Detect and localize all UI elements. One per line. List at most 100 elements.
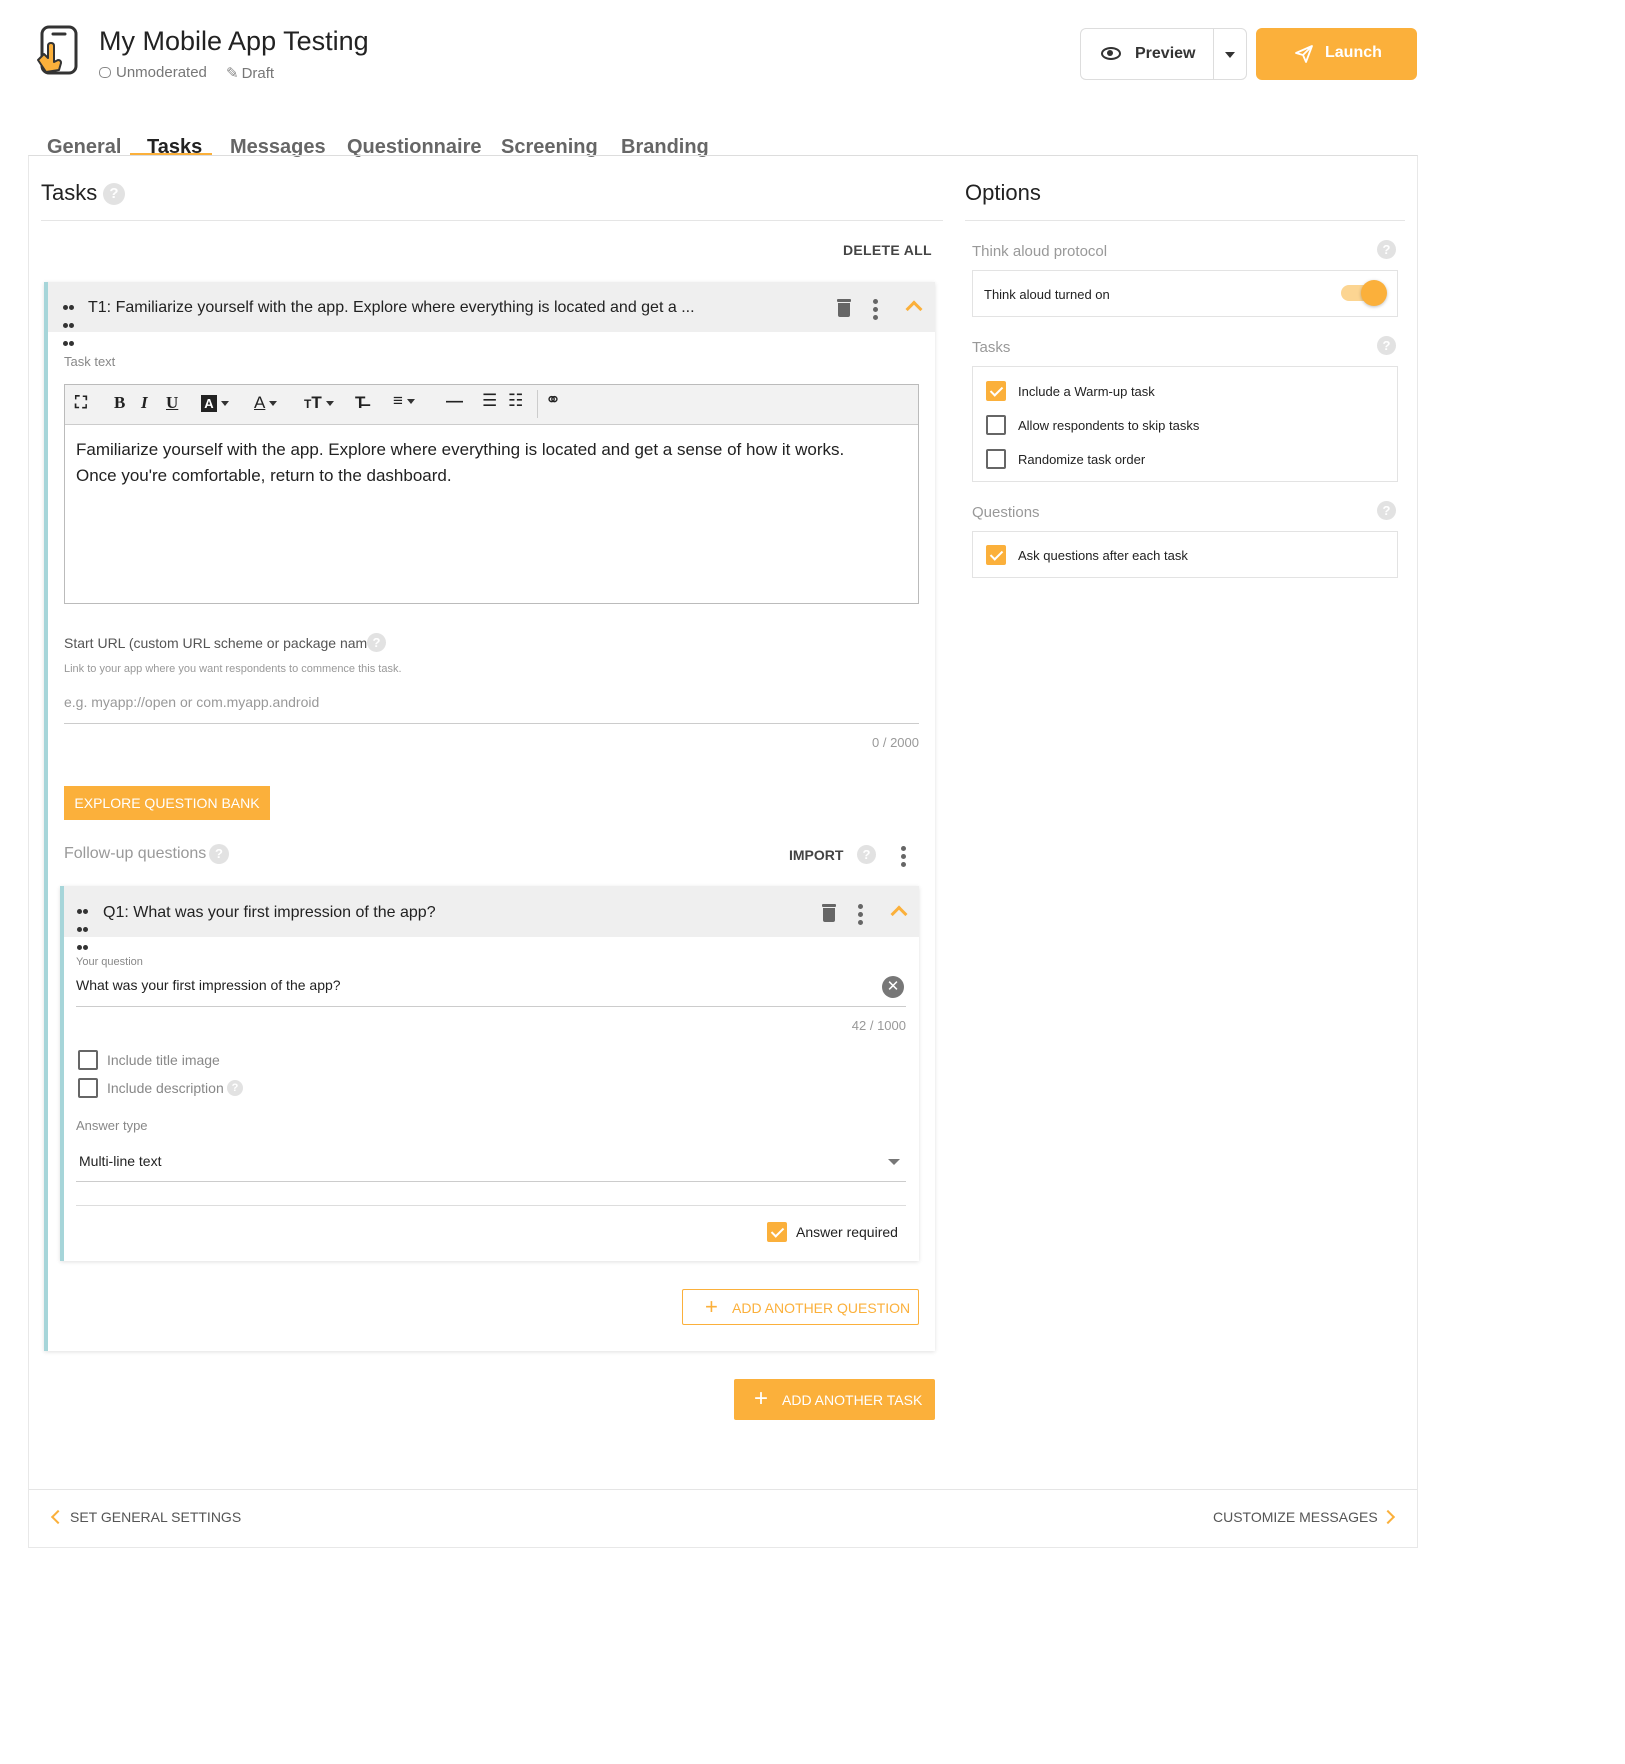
editor-content[interactable]: Familiarize yourself with the app. Explo…	[76, 437, 906, 489]
clear-format-icon[interactable]: T̶	[355, 393, 365, 413]
mode-badge: Unmoderated	[99, 64, 207, 81]
drag-handle-icon[interactable]	[63, 299, 77, 353]
include-description-checkbox[interactable]	[78, 1078, 98, 1098]
app-logo	[34, 24, 80, 76]
help-icon[interactable]: ?	[103, 183, 125, 205]
answer-type-label: Answer type	[76, 1118, 148, 1133]
help-icon[interactable]: ?	[857, 845, 876, 864]
chevron-down-icon	[888, 1159, 900, 1165]
send-icon	[1294, 44, 1314, 69]
launch-button[interactable]: Launch	[1256, 28, 1417, 80]
start-url-input[interactable]: e.g. myapp://open or com.myapp.android	[64, 694, 919, 724]
page-title: My Mobile App Testing	[99, 26, 369, 56]
task-text-label: Task text	[64, 354, 116, 369]
editor-line: Familiarize yourself with the app. Explo…	[76, 440, 845, 459]
include-title-image-checkbox[interactable]	[78, 1050, 98, 1070]
more-vert-icon[interactable]	[858, 904, 864, 928]
ask-after-label[interactable]: Ask questions after each task	[1018, 548, 1188, 563]
preview-dropdown-button[interactable]	[1213, 28, 1247, 80]
add-another-task-button[interactable]: + ADD ANOTHER TASK	[734, 1379, 935, 1420]
question-input[interactable]: What was your first impression of the ap…	[76, 977, 906, 1007]
options-tasks-label: Tasks	[972, 339, 1011, 356]
question-title[interactable]: Q1: What was your first impression of th…	[103, 904, 436, 922]
toolbar-divider	[537, 390, 538, 418]
your-question-label: Your question	[76, 956, 143, 968]
start-url-label: Start URL (custom URL scheme or package …	[64, 635, 380, 651]
plus-icon: +	[705, 1294, 718, 1319]
add-another-question-button[interactable]: + ADD ANOTHER QUESTION	[682, 1289, 919, 1325]
chevron-down-icon	[1225, 52, 1235, 58]
delete-all-button[interactable]: DELETE ALL	[843, 242, 932, 258]
think-aloud-toggle[interactable]	[1341, 280, 1387, 306]
include-title-image-label[interactable]: Include title image	[107, 1052, 220, 1068]
footer-divider	[29, 1489, 1417, 1490]
answer-type-value: Multi-line text	[79, 1153, 162, 1169]
more-vert-icon[interactable]	[873, 299, 879, 323]
answer-type-select[interactable]: Multi-line text	[76, 1146, 906, 1182]
link-icon[interactable]: ⚭	[545, 389, 561, 412]
clear-icon[interactable]: ✕	[882, 976, 904, 998]
help-icon[interactable]: ?	[1377, 240, 1396, 259]
warmup-checkbox[interactable]	[986, 381, 1006, 401]
prev-step-label: SET GENERAL SETTINGS	[70, 1509, 242, 1525]
start-url-counter: 0 / 2000	[872, 735, 919, 750]
task-title[interactable]: T1: Familiarize yourself with the app. E…	[88, 299, 695, 317]
question-counter: 42 / 1000	[851, 1018, 906, 1033]
plus-icon: +	[754, 1385, 769, 1412]
answer-required-checkbox[interactable]	[767, 1222, 787, 1242]
font-size-icon[interactable]: TT	[304, 393, 334, 413]
more-vert-icon[interactable]	[901, 846, 907, 870]
pencil-icon: ✎	[226, 65, 239, 82]
status-badge: ✎ Draft	[226, 64, 274, 82]
preview-button[interactable]: Preview	[1080, 28, 1214, 80]
ask-after-checkbox[interactable]	[986, 545, 1006, 565]
italic-icon[interactable]: I	[141, 393, 148, 413]
text-color-icon[interactable]: A	[254, 393, 278, 413]
next-step-button[interactable]: CUSTOMIZE MESSAGES	[1213, 1508, 1399, 1530]
underline-icon[interactable]: U	[166, 393, 178, 413]
skip-tasks-label[interactable]: Allow respondents to skip tasks	[1018, 418, 1199, 433]
help-icon[interactable]: ?	[227, 1080, 243, 1096]
explore-question-bank-button[interactable]: EXPLORE QUESTION BANK	[64, 786, 270, 820]
randomize-checkbox[interactable]	[986, 449, 1006, 469]
divider	[76, 1205, 906, 1206]
think-aloud-label: Think aloud protocol	[972, 243, 1108, 260]
highlight-color-icon[interactable]: A	[201, 393, 229, 413]
include-description-label[interactable]: Include description	[107, 1080, 224, 1096]
launch-label: Launch	[1325, 44, 1382, 61]
bullet-list-icon[interactable]: ☰	[482, 391, 497, 411]
numbered-list-icon[interactable]: ☷	[508, 391, 523, 411]
skip-tasks-checkbox[interactable]	[986, 415, 1006, 435]
trash-icon[interactable]	[822, 904, 836, 922]
preview-label: Preview	[1135, 45, 1196, 62]
next-step-label: CUSTOMIZE MESSAGES	[1213, 1509, 1378, 1525]
editor-line: Once you're comfortable, return to the d…	[76, 466, 452, 485]
chevron-right-icon	[1380, 1509, 1396, 1525]
fullscreen-icon[interactable]: ⛶	[75, 393, 87, 413]
mode-label: Unmoderated	[116, 64, 207, 81]
horizontal-rule-icon[interactable]: —	[446, 391, 463, 411]
import-button[interactable]: IMPORT	[789, 847, 843, 863]
status-label: Draft	[241, 65, 275, 82]
divider	[965, 220, 1405, 221]
add-task-label: ADD ANOTHER TASK	[782, 1392, 923, 1408]
divider	[41, 220, 943, 221]
options-questions-label: Questions	[972, 504, 1040, 521]
eye-icon	[1101, 47, 1121, 60]
warmup-label[interactable]: Include a Warm-up task	[1018, 384, 1155, 399]
think-aloud-value: Think aloud turned on	[984, 287, 1110, 302]
drag-handle-icon[interactable]	[77, 903, 91, 957]
help-icon[interactable]: ?	[209, 844, 229, 864]
help-icon[interactable]: ?	[1377, 336, 1396, 355]
followup-label: Follow-up questions	[64, 845, 207, 862]
bold-icon[interactable]: B	[114, 393, 125, 413]
tasks-heading: Tasks	[41, 180, 98, 205]
add-question-label: ADD ANOTHER QUESTION	[732, 1300, 911, 1316]
answer-required-label[interactable]: Answer required	[796, 1224, 898, 1240]
align-icon[interactable]: ≡	[393, 391, 415, 411]
randomize-label[interactable]: Randomize task order	[1018, 452, 1145, 467]
help-icon[interactable]: ?	[367, 633, 386, 652]
help-icon[interactable]: ?	[1377, 501, 1396, 520]
trash-icon[interactable]	[837, 299, 851, 317]
toggle-knob	[1361, 280, 1387, 306]
